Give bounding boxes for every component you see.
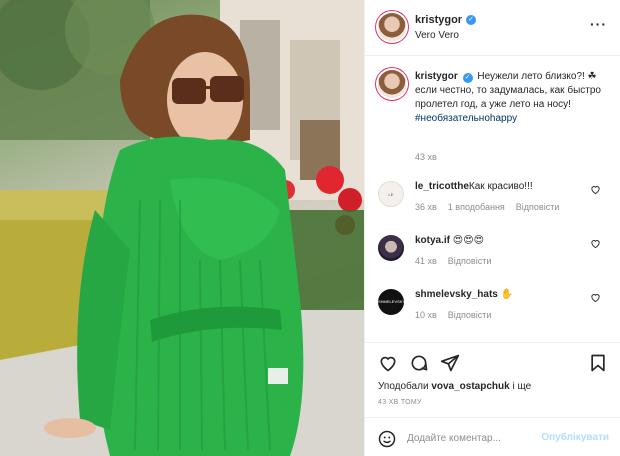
- like-comment-heart-icon[interactable]: [590, 292, 601, 303]
- add-comment-input[interactable]: [407, 430, 537, 446]
- comment-item: SHMELEVSKY shmelevsky_hats ✋ 10 хв Відпо…: [365, 286, 620, 330]
- caption-username[interactable]: kristygor: [415, 71, 458, 82]
- verified-badge-icon: ✓: [462, 73, 473, 83]
- liked-by: Уподобали vova_ostapchuk і ще: [378, 381, 532, 392]
- reply-button[interactable]: Відповісти: [516, 202, 560, 212]
- post-actions: Уподобали vova_ostapchuk і ще 43 ХВ ТОМУ…: [365, 342, 620, 456]
- emoji-smile-icon[interactable]: [378, 430, 396, 448]
- comment-text: le_tricottheКак красиво!!!: [415, 181, 533, 192]
- comment-text: shmelevsky_hats ✋: [415, 289, 514, 300]
- author-username[interactable]: kristygor ✓: [415, 14, 477, 26]
- commenter-username[interactable]: shmelevsky_hats: [415, 289, 498, 300]
- comment-item: LE TRICOTTHE le_tricottheКак красиво!!! …: [365, 178, 620, 222]
- caption-time: 43 хв: [415, 152, 437, 162]
- comment-bubble-icon[interactable]: [409, 353, 429, 373]
- commenter-username[interactable]: kotya.if: [415, 235, 450, 246]
- comment-meta: 41 хв Відповісти: [415, 256, 491, 266]
- post-sidebar: kristygor ✓ Vero Vero ··· kristygor ✓ Не…: [364, 0, 620, 456]
- comment-meta: 10 хв Відповісти: [415, 310, 491, 320]
- caption-author-avatar[interactable]: [378, 70, 406, 98]
- reply-button[interactable]: Відповісти: [448, 256, 492, 266]
- add-comment-bar: Опублікувати: [365, 417, 620, 456]
- caption-hashtag[interactable]: #необязательноhappy: [415, 112, 611, 126]
- commenter-avatar[interactable]: [378, 235, 404, 261]
- comment-time: 41 хв: [415, 256, 437, 266]
- comment-item: kotya.if 😍😍😍 41 хв Відповісти: [365, 232, 620, 276]
- post-photo-illustration: [0, 0, 364, 456]
- post-photo[interactable]: [0, 0, 364, 456]
- commenter-avatar[interactable]: LE TRICOTTHE: [378, 181, 404, 207]
- comment-meta: 36 хв 1 вподобання Відповісти: [415, 202, 559, 212]
- publish-button[interactable]: Опублікувати: [541, 432, 609, 443]
- like-heart-icon[interactable]: [378, 353, 398, 373]
- commenter-username[interactable]: le_tricotthe: [415, 181, 469, 192]
- like-comment-heart-icon[interactable]: [590, 238, 601, 249]
- reply-button[interactable]: Відповісти: [448, 310, 492, 320]
- like-comment-heart-icon[interactable]: [590, 184, 601, 195]
- comment-time: 10 хв: [415, 310, 437, 320]
- post-location[interactable]: Vero Vero: [415, 30, 459, 41]
- save-bookmark-icon[interactable]: [588, 353, 608, 373]
- post-header: kristygor ✓ Vero Vero ···: [365, 0, 620, 56]
- share-paper-plane-icon[interactable]: [440, 353, 460, 373]
- author-avatar[interactable]: [378, 13, 406, 41]
- caption-text: kristygor ✓ Неужели лето близко?! ☘если …: [415, 70, 611, 126]
- comment-time: 36 хв: [415, 202, 437, 212]
- commenter-avatar[interactable]: SHMELEVSKY: [378, 289, 404, 315]
- comment-likes[interactable]: 1 вподобання: [448, 202, 505, 212]
- post-timestamp[interactable]: 43 ХВ ТОМУ: [378, 399, 422, 406]
- liked-by-username[interactable]: vova_ostapchuk: [431, 381, 509, 392]
- more-options-icon[interactable]: ···: [590, 16, 607, 32]
- verified-badge-icon: ✓: [466, 15, 477, 25]
- comment-text: kotya.if 😍😍😍: [415, 235, 485, 246]
